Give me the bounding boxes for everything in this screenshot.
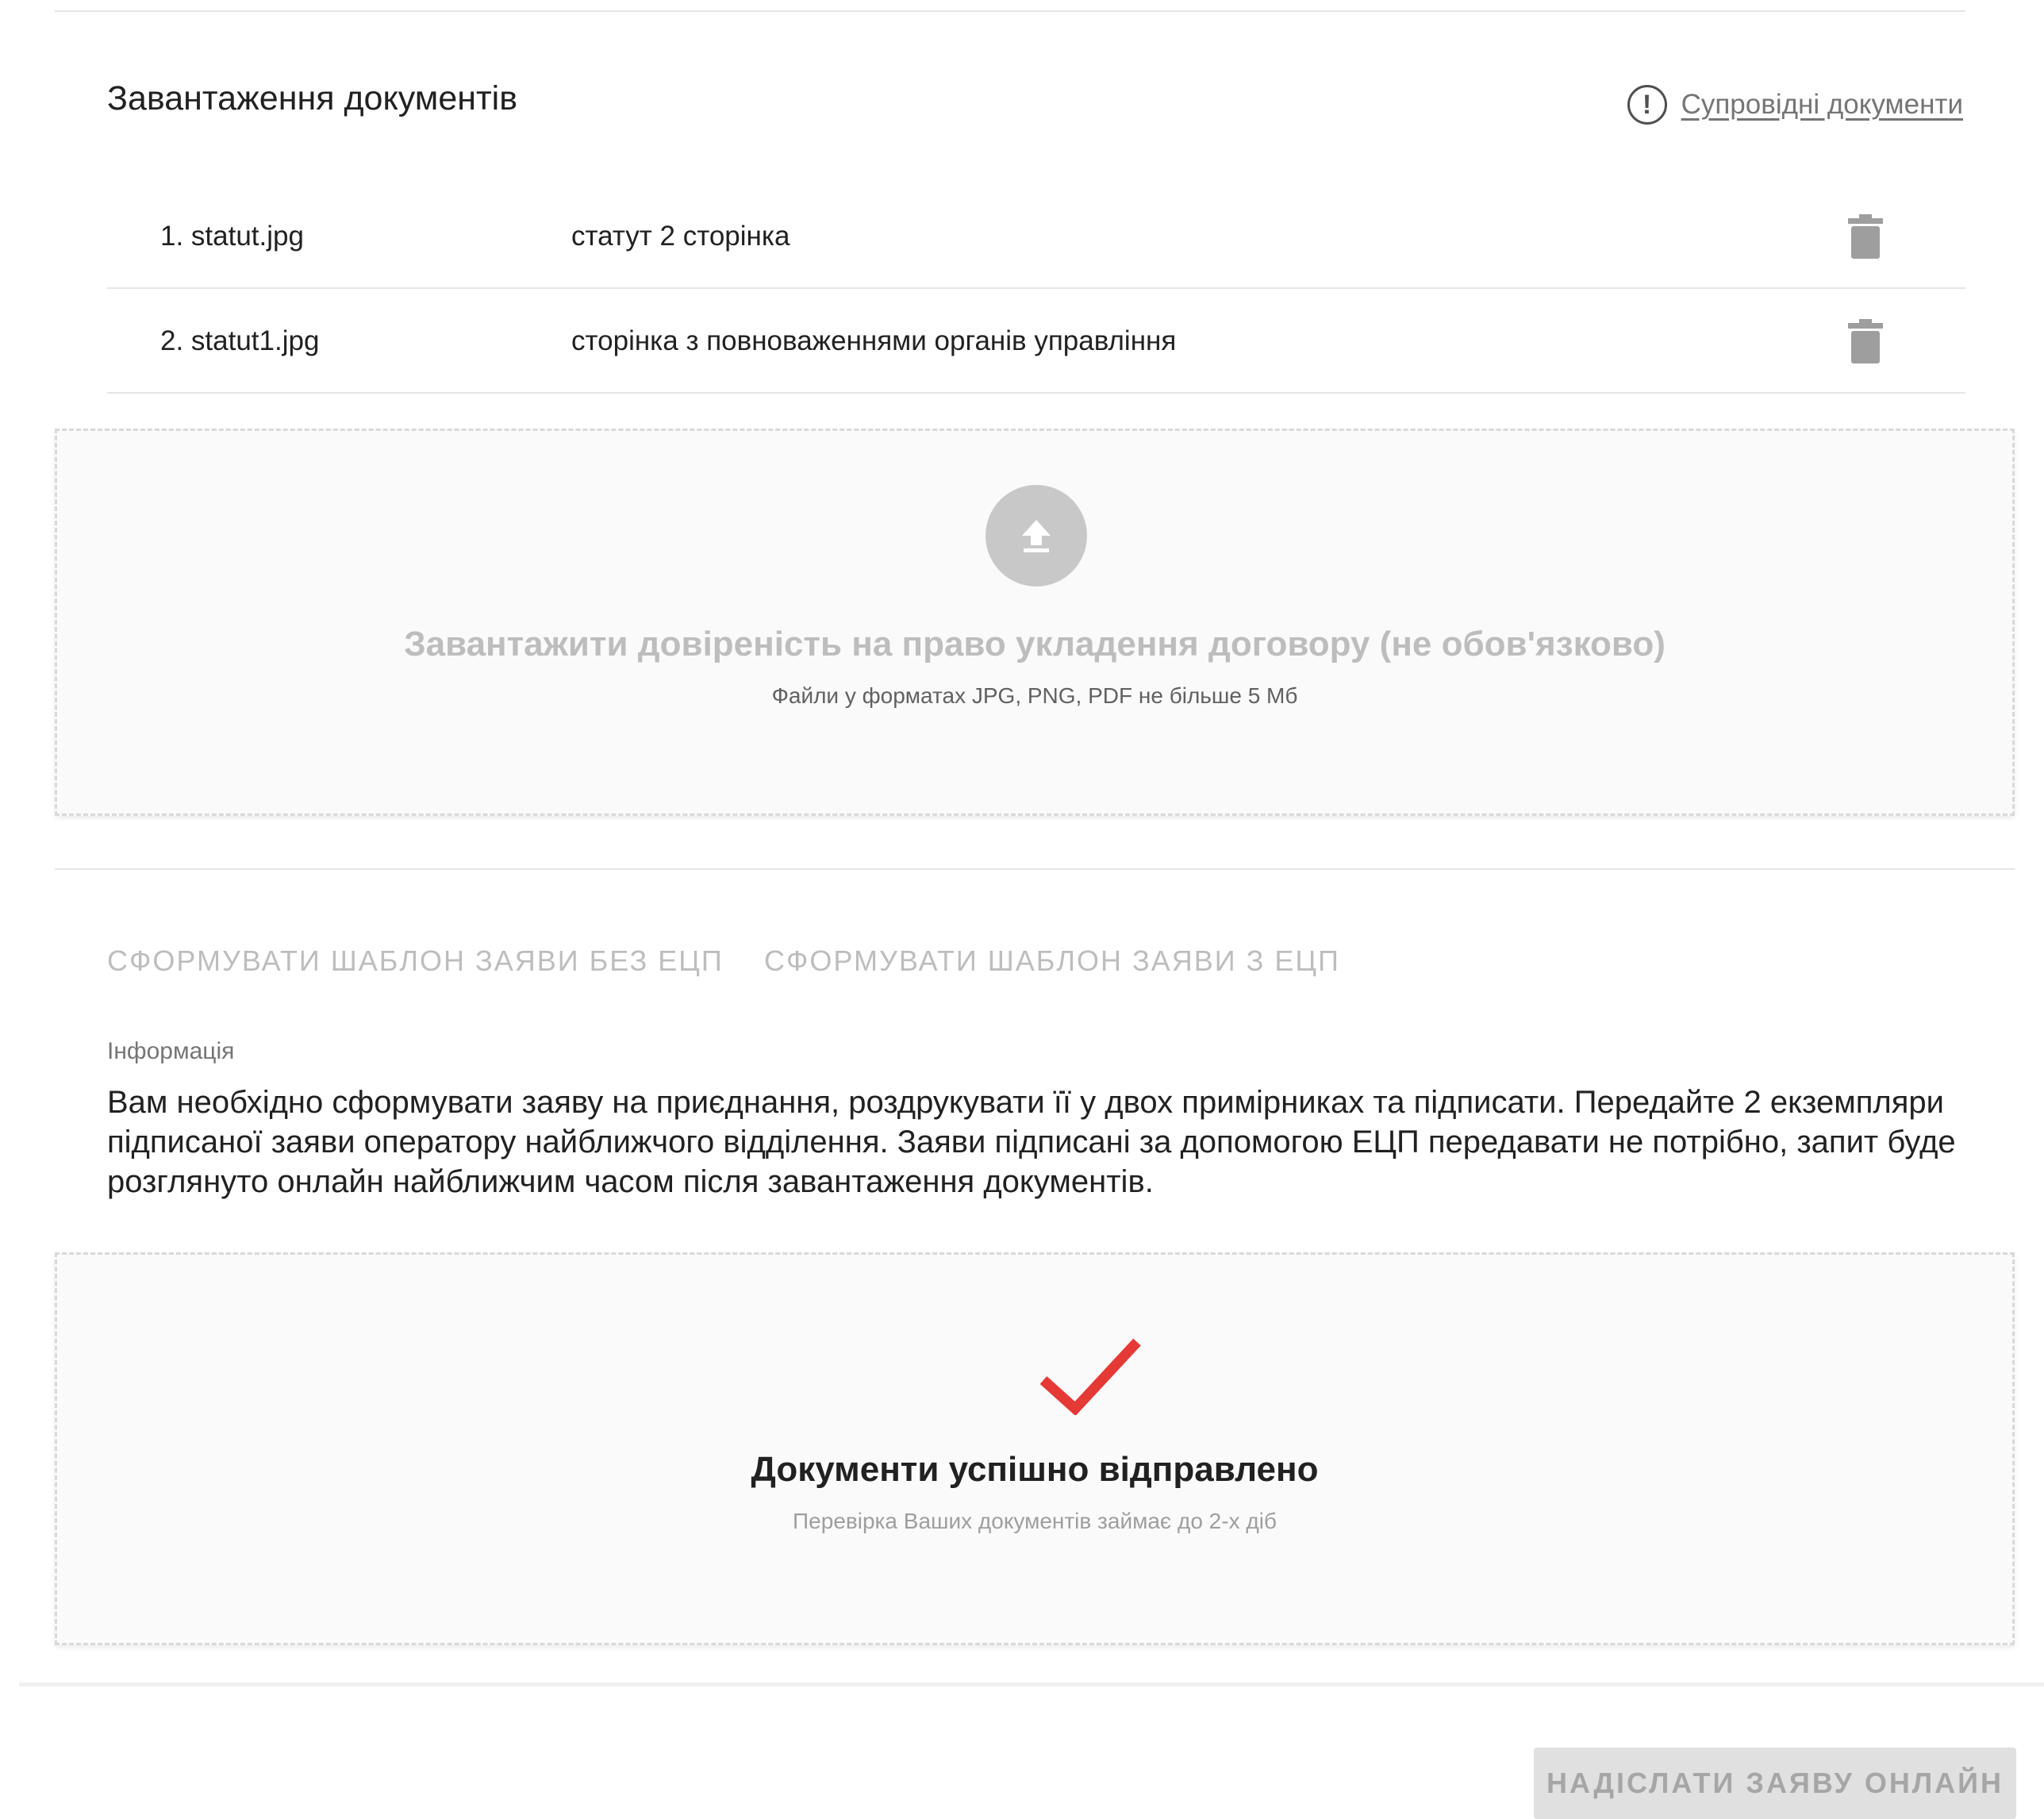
section-title: Завантаження документів: [107, 79, 518, 117]
submit-online-button[interactable]: НАДІСЛАТИ ЗАЯВУ ОНЛАЙН: [1534, 1748, 2016, 1819]
success-subtitle: Перевірка Ваших документів займає до 2-х…: [793, 1509, 1277, 1533]
success-title: Документи успішно відправлено: [751, 1450, 1319, 1489]
top-divider: [55, 10, 1965, 12]
file-description: статут 2 сторінка: [571, 221, 790, 252]
upload-arrow-icon: [1022, 520, 1051, 552]
generate-template-without-signature-button[interactable]: СФОРМУВАТИ ШАБЛОН ЗАЯВИ БЕЗ ЕЦП: [107, 944, 724, 978]
file-row: 2. statut1.jpg сторінка з повноваженнями…: [107, 290, 1965, 394]
trash-icon[interactable]: [1848, 214, 1883, 259]
upload-button[interactable]: [986, 485, 1087, 586]
file-row: 1. statut.jpg статут 2 сторінка: [107, 186, 1965, 289]
info-icon: !: [1627, 85, 1667, 125]
generate-template-with-signature-button[interactable]: СФОРМУВАТИ ШАБЛОН ЗАЯВИ З ЕЦП: [764, 944, 1340, 978]
upload-hint: Файли у форматах JPG, PNG, PDF не більше…: [771, 683, 1298, 708]
file-name: 1. statut.jpg: [160, 221, 304, 252]
section-divider: [55, 868, 2015, 870]
accompanying-docs-link[interactable]: ! Супровідні документи: [1627, 83, 1963, 127]
trash-icon[interactable]: [1848, 319, 1883, 363]
accompanying-docs-link-label[interactable]: Супровідні документи: [1681, 89, 1963, 121]
success-panel: Документи успішно відправлено Перевірка …: [55, 1252, 2015, 1645]
file-name: 2. statut1.jpg: [160, 325, 320, 356]
file-description: сторінка з повноваженнями органів управл…: [571, 325, 1177, 356]
upload-title: Завантажити довіреність на право укладен…: [404, 625, 1666, 663]
power-of-attorney-upload-zone[interactable]: Завантажити довіреність на право укладен…: [55, 429, 2015, 816]
checkmark-icon: [1039, 1338, 1141, 1415]
info-text: Вам необхідно сформувати заяву на приєдн…: [107, 1085, 1956, 1199]
info-label: Інформація: [107, 1038, 235, 1064]
